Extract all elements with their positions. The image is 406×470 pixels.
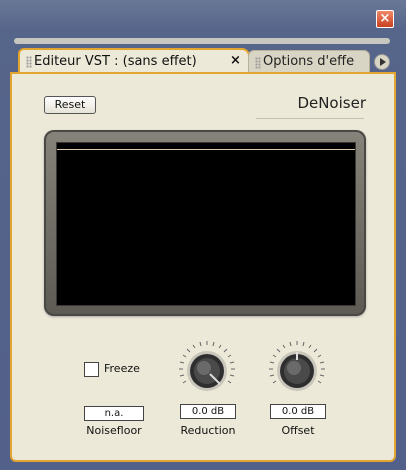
- noisefloor-label: Noisefloor: [86, 424, 142, 437]
- close-icon[interactable]: ×: [376, 10, 394, 28]
- tab-close-icon[interactable]: ×: [230, 53, 241, 68]
- reduction-label: Reduction: [180, 424, 236, 437]
- spectrum-display: [56, 142, 356, 306]
- divider: [256, 118, 364, 119]
- tab-effect-options[interactable]: Options d'effe: [248, 50, 370, 74]
- freeze-checkbox[interactable]: [84, 362, 99, 377]
- reduction-value[interactable]: 0.0 dB: [180, 404, 236, 419]
- tab-bar: Editeur VST : (sans effet) × Options d'e…: [10, 48, 396, 74]
- reduction-knob[interactable]: [178, 340, 236, 398]
- offset-label: Offset: [281, 424, 315, 437]
- grip-icon[interactable]: [26, 56, 32, 68]
- freeze-label: Freeze: [104, 362, 140, 375]
- tab-effect-options-label: Options d'effe: [263, 54, 355, 69]
- tab-vst-editor-label: Editeur VST : (sans effet): [34, 54, 197, 69]
- grip-icon[interactable]: [255, 57, 261, 69]
- tab-vst-editor[interactable]: Editeur VST : (sans effet) ×: [18, 48, 250, 74]
- offset-knob[interactable]: [268, 340, 326, 398]
- panel-menu-icon[interactable]: [374, 54, 390, 70]
- noisefloor-value: n.a.: [84, 406, 144, 421]
- reset-button[interactable]: Reset: [44, 96, 96, 114]
- panel-drag-bar[interactable]: [14, 38, 390, 44]
- spectrum-display-frame: [44, 130, 366, 316]
- editor-panel: Reset DeNoiser Freeze n.a. Noisefloor 0.…: [10, 72, 396, 462]
- plugin-name: DeNoiser: [297, 94, 366, 112]
- plugin-window: × Editeur VST : (sans effet) × Options d…: [0, 0, 406, 470]
- offset-value[interactable]: 0.0 dB: [270, 404, 326, 419]
